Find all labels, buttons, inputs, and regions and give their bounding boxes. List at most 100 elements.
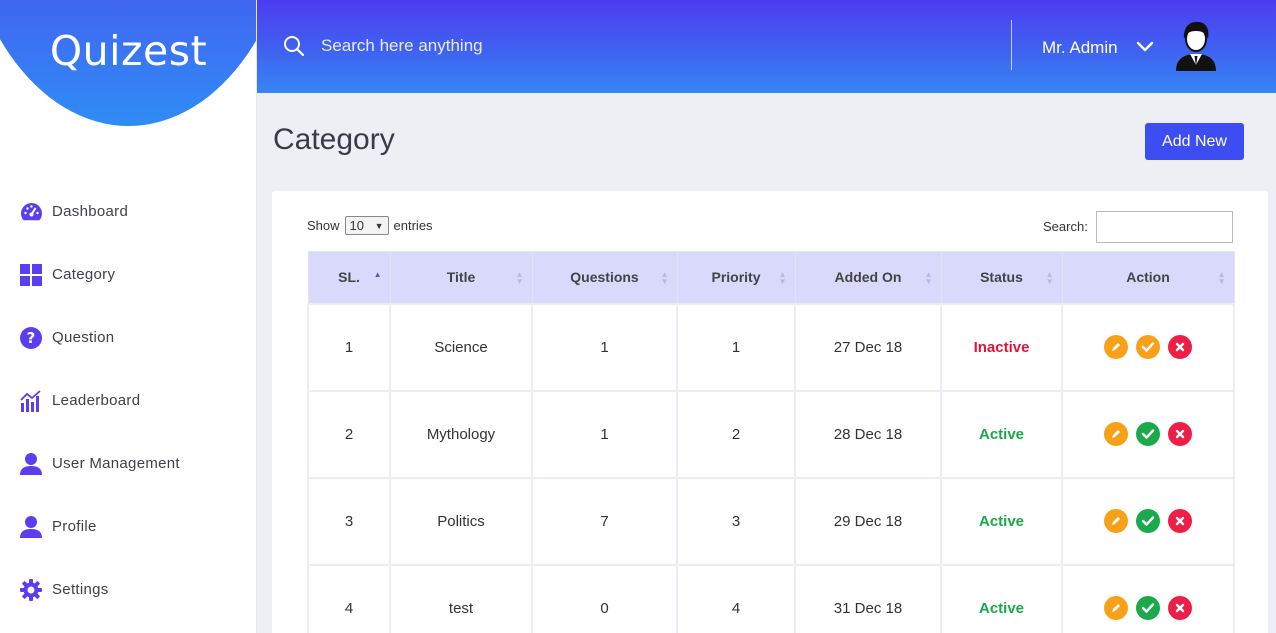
cell-priority: 4 — [676, 563, 796, 633]
cell-title: Science — [389, 302, 533, 392]
sort-icon: ▲ ▼ — [515, 270, 524, 286]
sidebar-item-leaderboard[interactable]: Leaderboard — [0, 369, 256, 432]
cell-added-on: 27 Dec 18 — [794, 302, 942, 392]
sidebar-item-label: Category — [52, 266, 116, 283]
page-title: Category — [273, 123, 395, 156]
table-header-row: SL. ▲ Title ▲ ▼ Questions ▲ ▼ Priority ▲ ▼ Adde… — [307, 251, 1235, 304]
cell-questions: 0 — [531, 563, 678, 633]
edit-pencil-icon[interactable] — [1104, 596, 1128, 620]
table-row: 1 Science 1 1 27 Dec 18 Inactive — [307, 302, 1235, 392]
sidebar-item-label: Settings — [52, 581, 109, 598]
delete-x-icon[interactable] — [1168, 596, 1192, 620]
edit-pencil-icon[interactable] — [1104, 422, 1128, 446]
sort-icon: ▲ ▼ — [1217, 270, 1226, 286]
delete-x-icon[interactable] — [1168, 509, 1192, 533]
edit-pencil-icon[interactable] — [1104, 509, 1128, 533]
cell-title: Mythology — [389, 389, 533, 479]
bar-chart-icon — [19, 389, 43, 413]
column-header-status[interactable]: Status ▲ ▼ — [940, 251, 1063, 304]
sidebar-item-profile[interactable]: Profile — [0, 495, 256, 558]
sort-icon: ▲ ▼ — [778, 270, 787, 286]
column-header-label: Questions — [570, 269, 639, 286]
active-check-icon[interactable] — [1136, 509, 1160, 533]
svg-text:?: ? — [27, 329, 36, 347]
cell-status: Active — [940, 476, 1063, 566]
avatar[interactable] — [1172, 19, 1220, 71]
cell-action — [1061, 302, 1235, 392]
user-icon — [19, 452, 43, 476]
grid-icon — [19, 263, 43, 287]
chevron-down-icon[interactable] — [1136, 40, 1154, 58]
sidebar-item-label: Question — [52, 329, 115, 346]
delete-x-icon[interactable] — [1168, 422, 1192, 446]
search-icon — [283, 35, 305, 62]
column-header-action[interactable]: Action ▲ ▼ — [1061, 251, 1235, 304]
sidebar: Quizest Dashboard Category ? Question Le… — [0, 0, 257, 633]
entries-select[interactable]: 10 ▼ — [344, 216, 389, 235]
question-circle-icon: ? — [19, 326, 43, 350]
cell-priority: 1 — [676, 302, 796, 392]
sort-icon: ▲ ▼ — [660, 270, 669, 286]
cell-questions: 1 — [531, 389, 678, 479]
sidebar-item-label: User Management — [52, 455, 180, 472]
sidebar-item-dashboard[interactable]: Dashboard — [0, 180, 256, 243]
user-name[interactable]: Mr. Admin — [1042, 38, 1118, 58]
cell-sl: 3 — [307, 476, 391, 566]
delete-x-icon[interactable] — [1168, 335, 1192, 359]
sidebar-item-user-management[interactable]: User Management — [0, 432, 256, 495]
sidebar-item-question[interactable]: ? Question — [0, 306, 256, 369]
cell-action — [1061, 476, 1235, 566]
table-search-input[interactable] — [1096, 211, 1233, 243]
user-icon — [19, 515, 43, 539]
gear-icon — [19, 578, 43, 602]
sidebar-item-category[interactable]: Category — [0, 243, 256, 306]
cell-action — [1061, 389, 1235, 479]
column-header-sl[interactable]: SL. ▲ — [307, 251, 391, 304]
table-row: 3 Politics 7 3 29 Dec 18 Active — [307, 476, 1235, 566]
cell-title: test — [389, 563, 533, 633]
column-header-questions[interactable]: Questions ▲ ▼ — [531, 251, 678, 304]
column-header-label: Priority — [711, 269, 761, 286]
show-label: Show — [307, 218, 340, 233]
select-arrow-icon: ▼ — [374, 220, 384, 231]
cell-added-on: 31 Dec 18 — [794, 563, 942, 633]
sidebar-item-settings[interactable]: Settings — [0, 558, 256, 621]
active-check-icon[interactable] — [1136, 596, 1160, 620]
active-check-icon[interactable] — [1136, 422, 1160, 446]
column-header-added-on[interactable]: Added On ▲ ▼ — [794, 251, 942, 304]
cell-questions: 1 — [531, 302, 678, 392]
add-new-button[interactable]: Add New — [1145, 123, 1244, 160]
cell-status: Active — [940, 389, 1063, 479]
column-header-label: Status — [980, 269, 1023, 286]
cell-priority: 3 — [676, 476, 796, 566]
cell-questions: 7 — [531, 476, 678, 566]
activate-check-icon[interactable] — [1136, 335, 1160, 359]
column-header-label: Added On — [834, 269, 902, 286]
top-header: Mr. Admin — [257, 0, 1276, 93]
cell-status: Active — [940, 563, 1063, 633]
cell-sl: 4 — [307, 563, 391, 633]
table-search-label: Search: — [1043, 219, 1088, 234]
cell-title: Politics — [389, 476, 533, 566]
cell-sl: 2 — [307, 389, 391, 479]
column-header-label: Title — [446, 269, 476, 286]
sort-icon: ▲ ▼ — [1045, 270, 1054, 286]
column-header-label: Action — [1126, 269, 1170, 286]
entries-select-value: 10 — [349, 218, 364, 233]
sort-ascending-icon: ▲ — [373, 270, 382, 279]
cell-priority: 2 — [676, 389, 796, 479]
sidebar-item-label: Profile — [52, 518, 97, 535]
cell-status: Inactive — [940, 302, 1063, 392]
column-header-title[interactable]: Title ▲ ▼ — [389, 251, 533, 304]
column-header-priority[interactable]: Priority ▲ ▼ — [676, 251, 796, 304]
search-input[interactable] — [321, 32, 721, 60]
sidebar-item-label: Dashboard — [52, 203, 129, 220]
table-row: 2 Mythology 1 2 28 Dec 18 Active — [307, 389, 1235, 479]
cell-added-on: 28 Dec 18 — [794, 389, 942, 479]
category-table: SL. ▲ Title ▲ ▼ Questions ▲ ▼ Priority ▲ ▼ Adde… — [307, 251, 1235, 633]
app-logo[interactable]: Quizest — [0, 27, 256, 75]
dashboard-gauge-icon — [19, 200, 43, 224]
cell-sl: 1 — [307, 302, 391, 392]
sidebar-item-label: Leaderboard — [52, 392, 141, 409]
edit-pencil-icon[interactable] — [1104, 335, 1128, 359]
